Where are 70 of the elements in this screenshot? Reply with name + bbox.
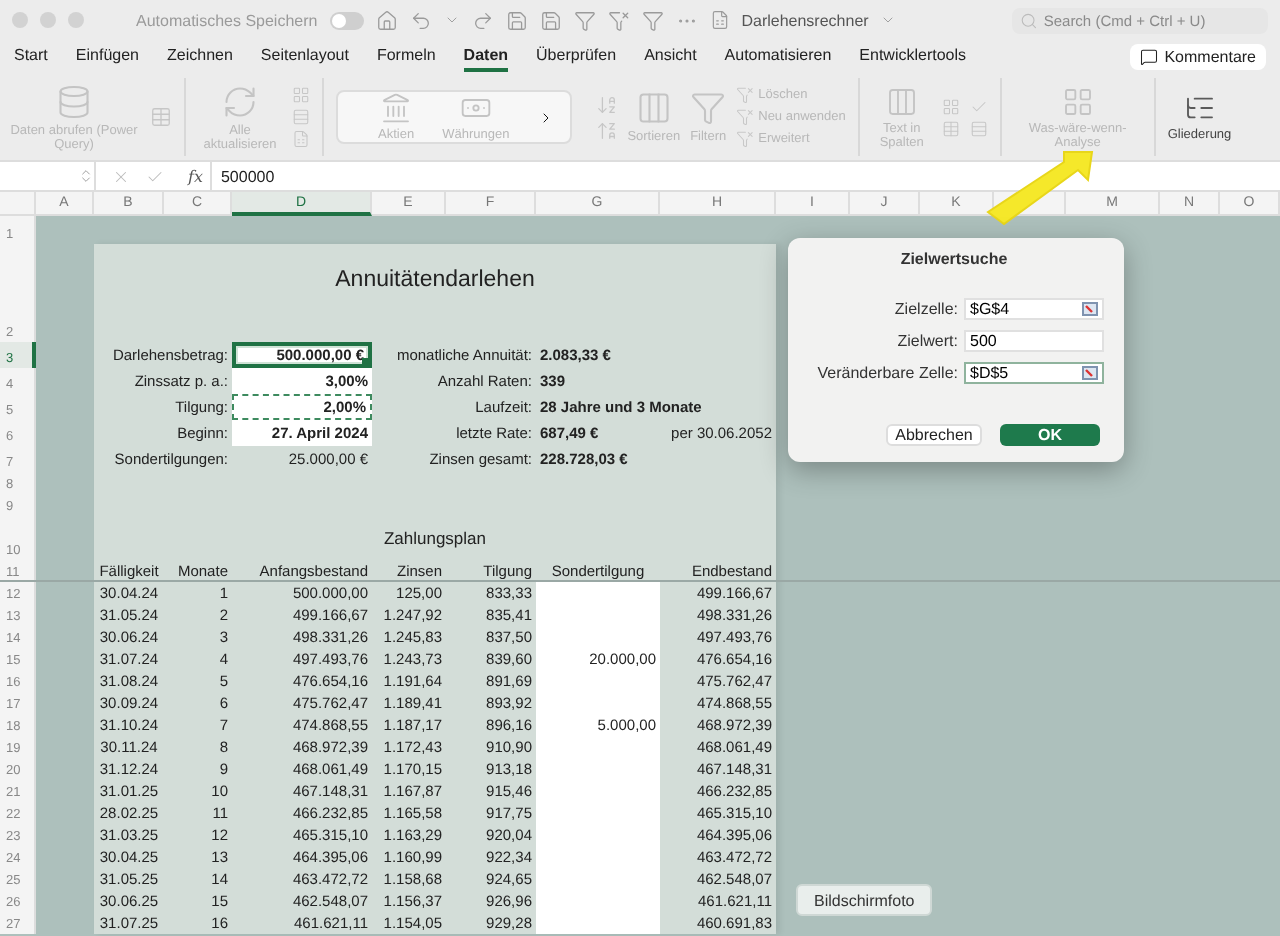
home-icon bbox=[375, 9, 398, 31]
grid-icon bbox=[941, 97, 960, 115]
sheet-icon bbox=[292, 130, 310, 148]
stepper-icon bbox=[78, 168, 94, 184]
grid-icon bbox=[292, 86, 310, 104]
sort-ascending-icon bbox=[595, 93, 618, 115]
sheet-title: Annuitätendarlehen bbox=[333, 265, 537, 295]
database-icon bbox=[56, 83, 92, 119]
list-icon bbox=[969, 119, 988, 137]
outline-icon bbox=[1183, 92, 1216, 124]
undo-icon bbox=[409, 9, 432, 31]
field-label: Veränderbare Zelle: bbox=[817, 364, 958, 382]
function-label[interactable]: fx bbox=[180, 167, 211, 185]
cell-picker-icon[interactable] bbox=[1082, 302, 1098, 316]
funnel-icon bbox=[641, 9, 664, 31]
menu-tab[interactable]: Start bbox=[14, 42, 48, 72]
menu-tab[interactable]: Daten bbox=[463, 42, 509, 72]
menu-tab[interactable]: Formeln bbox=[376, 42, 436, 72]
menu-tab[interactable]: Überprüfen bbox=[536, 42, 617, 72]
input-field[interactable]: $G$4 bbox=[964, 298, 1104, 320]
filter-option-icon bbox=[736, 130, 755, 148]
dialog-title: Zielwertsuche bbox=[900, 250, 1008, 268]
input-field[interactable]: $D$5 bbox=[964, 362, 1104, 384]
grid-icon bbox=[1061, 85, 1094, 117]
filter-icon bbox=[573, 9, 596, 31]
section-title: Zahlungsplan bbox=[381, 526, 489, 552]
cell-picker-icon[interactable] bbox=[1082, 366, 1098, 380]
caret-icon bbox=[443, 12, 460, 28]
window-title: Darlehensrechner bbox=[741, 11, 869, 29]
menu-tab[interactable]: Seitenlayout bbox=[260, 42, 349, 72]
cancel-icon bbox=[112, 167, 130, 185]
field-label: Zielzelle: bbox=[894, 300, 958, 318]
menu-tab[interactable]: Zeichnen bbox=[167, 42, 233, 72]
comment-icon bbox=[1140, 48, 1159, 66]
filter-icon bbox=[690, 90, 727, 126]
check-icon bbox=[969, 97, 988, 115]
close-window-button[interactable] bbox=[12, 12, 28, 28]
ok-button[interactable]: OK bbox=[1000, 424, 1100, 446]
autosave-toggle[interactable] bbox=[329, 11, 364, 29]
search-icon bbox=[1020, 11, 1038, 29]
field-label: Zielwert: bbox=[897, 332, 958, 350]
save-icon bbox=[505, 9, 528, 31]
check-icon bbox=[146, 167, 164, 185]
sort-icon bbox=[635, 90, 672, 126]
clear-filter-icon bbox=[607, 9, 630, 31]
caret-icon bbox=[880, 12, 897, 28]
tooltip: Bildschirmfoto bbox=[796, 884, 933, 916]
list-icon bbox=[292, 108, 310, 126]
comments-button[interactable]: Kommentare bbox=[1130, 44, 1266, 70]
menu-tab[interactable]: Ansicht bbox=[644, 42, 697, 72]
zoom-window-button[interactable] bbox=[68, 12, 84, 28]
filter-option-icon bbox=[736, 108, 755, 126]
select-all-corner[interactable] bbox=[0, 192, 36, 216]
cancel-button[interactable]: Abbrechen bbox=[886, 424, 982, 446]
autosave-label: Automatisches Speichern bbox=[136, 11, 318, 29]
menu-tab[interactable]: Automatisieren bbox=[724, 42, 832, 72]
minimize-window-button[interactable] bbox=[40, 12, 56, 28]
bank-icon bbox=[380, 92, 413, 124]
table-icon bbox=[941, 119, 960, 137]
menu-tab[interactable]: Entwicklertools bbox=[859, 42, 967, 72]
document-icon bbox=[709, 10, 730, 30]
filter-option-icon bbox=[736, 86, 755, 104]
columns-icon bbox=[885, 85, 918, 117]
input-field[interactable]: 500 bbox=[964, 330, 1104, 352]
sort-descending-icon bbox=[595, 119, 618, 141]
menu-tab[interactable]: Einfügen bbox=[75, 42, 139, 72]
refresh-icon bbox=[222, 83, 258, 119]
table-icon bbox=[150, 106, 172, 128]
save-as-icon bbox=[539, 9, 562, 31]
redo-icon bbox=[471, 9, 494, 31]
